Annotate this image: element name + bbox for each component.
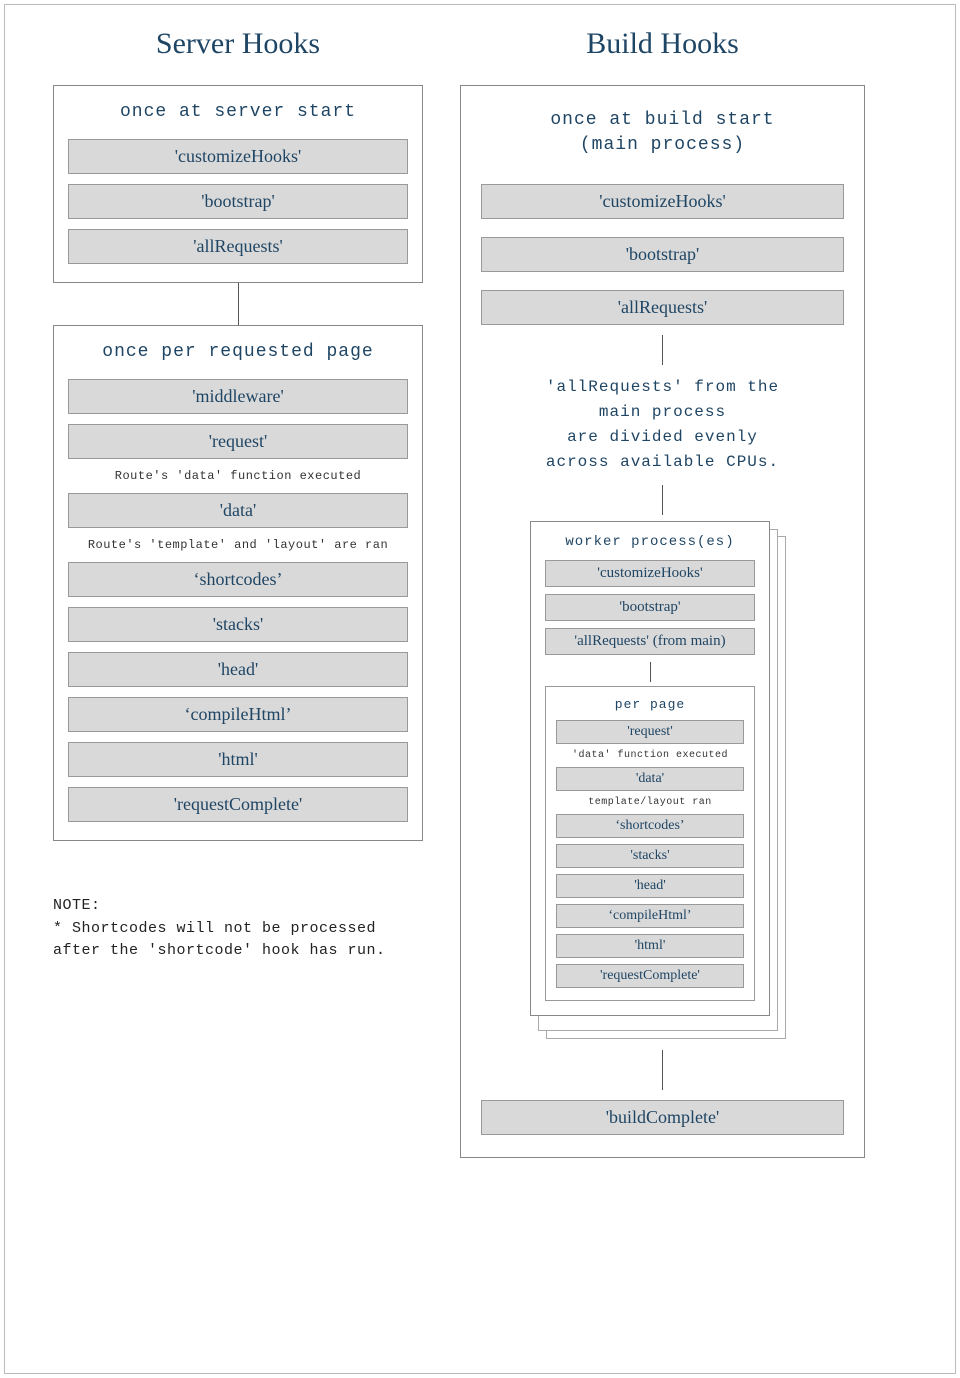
- build-start-title-l1: once at build start: [550, 110, 774, 130]
- note-data-fn: 'data' function executed: [556, 750, 744, 761]
- hook-bootstrap: 'bootstrap': [481, 237, 844, 272]
- server-hooks-title: Server Hooks: [53, 27, 423, 61]
- hook-html: 'html': [556, 934, 744, 958]
- hook-middleware: 'middleware': [68, 379, 408, 414]
- divider-text: 'allRequests' from the main process are …: [481, 375, 844, 474]
- per-page-title: per page: [556, 697, 744, 712]
- hook-requestComplete: 'requestComplete': [68, 787, 408, 822]
- hook-request: 'request': [556, 720, 744, 744]
- build-hooks-column: Build Hooks once at build start (main pr…: [460, 27, 865, 1158]
- hook-html: 'html': [68, 742, 408, 777]
- hook-head: 'head': [68, 652, 408, 687]
- hook-shortcodes: ‘shortcodes’: [556, 814, 744, 838]
- build-main-panel: once at build start (main process) 'cust…: [460, 85, 865, 1158]
- note-data-fn: Route's 'data' function executed: [68, 469, 408, 483]
- footnote: NOTE: * Shortcodes will not be processed…: [53, 895, 423, 963]
- server-start-title: once at server start: [68, 100, 408, 125]
- hook-allRequests-from-main: 'allRequests' (from main): [545, 628, 755, 655]
- diagram-page: Server Hooks once at server start 'custo…: [4, 4, 956, 1374]
- hook-allRequests: 'allRequests': [68, 229, 408, 264]
- divider-line: are divided evenly: [567, 428, 758, 446]
- per-page-panel: per page 'request' 'data' function execu…: [545, 686, 755, 1001]
- hook-allRequests: 'allRequests': [481, 290, 844, 325]
- divider-line: main process: [599, 403, 726, 421]
- hook-head: 'head': [556, 874, 744, 898]
- hook-stacks: 'stacks': [556, 844, 744, 868]
- connector-line: [662, 335, 663, 365]
- divider-line: 'allRequests' from the: [546, 378, 779, 396]
- server-hooks-column: Server Hooks once at server start 'custo…: [53, 27, 423, 963]
- divider-line: across available CPUs.: [546, 453, 779, 471]
- hook-data: 'data': [556, 767, 744, 791]
- hook-customizeHooks: 'customizeHooks': [68, 139, 408, 174]
- build-start-title: once at build start (main process): [481, 108, 844, 158]
- footnote-line: after the 'shortcode' hook has run.: [53, 940, 423, 963]
- hook-requestComplete: 'requestComplete': [556, 964, 744, 988]
- footnote-line: NOTE:: [53, 895, 423, 918]
- build-hooks-title: Build Hooks: [460, 27, 865, 61]
- hook-compileHtml: ‘compileHtml’: [556, 904, 744, 928]
- hook-data: 'data': [68, 493, 408, 528]
- worker-panel: worker process(es) 'customizeHooks' 'boo…: [530, 521, 770, 1016]
- note-template-layout: template/layout ran: [556, 797, 744, 808]
- hook-customizeHooks: 'customizeHooks': [545, 560, 755, 587]
- worker-stack: worker process(es) 'customizeHooks' 'boo…: [530, 521, 795, 1044]
- hook-customizeHooks: 'customizeHooks': [481, 184, 844, 219]
- connector-line: [662, 485, 663, 515]
- per-request-title: once per requested page: [68, 340, 408, 365]
- footnote-line: * Shortcodes will not be processed: [53, 918, 423, 941]
- worker-title: worker process(es): [545, 534, 755, 550]
- hook-bootstrap: 'bootstrap': [68, 184, 408, 219]
- connector-line: [650, 662, 651, 682]
- server-start-panel: once at server start 'customizeHooks' 'b…: [53, 85, 423, 283]
- connector-line: [238, 283, 239, 325]
- hook-buildComplete: 'buildComplete': [481, 1100, 844, 1135]
- hook-shortcodes: ‘shortcodes’: [68, 562, 408, 597]
- hook-bootstrap: 'bootstrap': [545, 594, 755, 621]
- connector-line: [662, 1050, 663, 1090]
- hook-stacks: 'stacks': [68, 607, 408, 642]
- per-request-panel: once per requested page 'middleware' 're…: [53, 325, 423, 841]
- build-start-title-l2: (main process): [580, 135, 745, 155]
- hook-compileHtml: ‘compileHtml’: [68, 697, 408, 732]
- note-template-layout: Route's 'template' and 'layout' are ran: [68, 538, 408, 552]
- hook-request: 'request': [68, 424, 408, 459]
